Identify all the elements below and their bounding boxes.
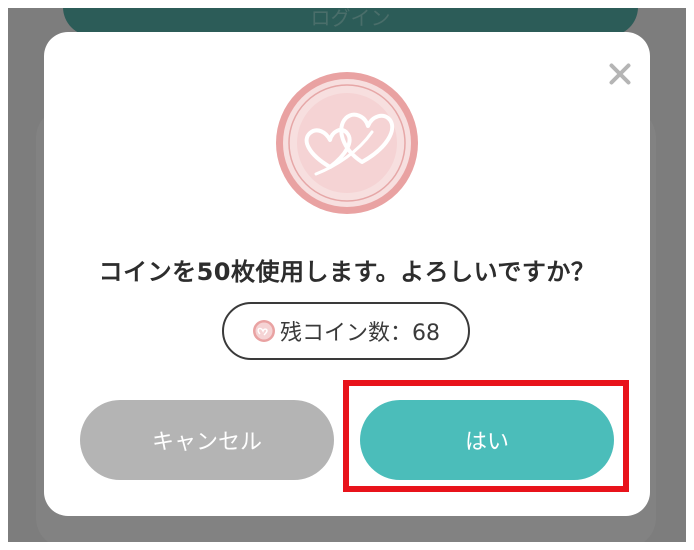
remaining-coins-label: 残コイン数：68: [280, 321, 440, 346]
close-icon[interactable]: [606, 60, 634, 88]
highlight-frame: [343, 380, 629, 492]
cancel-button[interactable]: キャンセル: [80, 400, 334, 480]
confirm-message: コインを50枚使用します。よろしいですか？: [98, 258, 596, 286]
background-top-button-label: ログイン: [310, 8, 391, 30]
remaining-coins-badge: 残コイン数：68: [222, 302, 470, 360]
coin-icon: [253, 320, 275, 342]
heart-coin-icon: [276, 72, 418, 214]
